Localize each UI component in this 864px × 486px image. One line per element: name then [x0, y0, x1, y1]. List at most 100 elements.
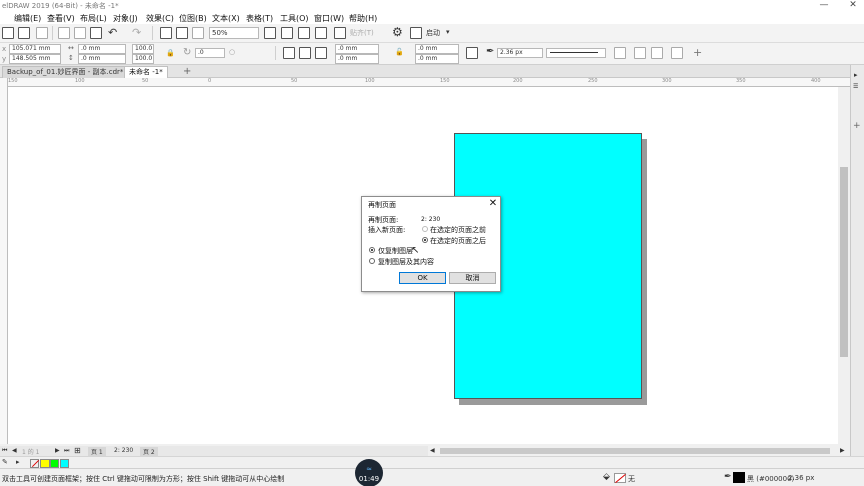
- vertical-scrollbar[interactable]: [838, 87, 850, 444]
- to-back-icon[interactable]: [651, 47, 663, 59]
- export-icon[interactable]: [176, 27, 188, 39]
- eyedropper-icon[interactable]: ✎: [2, 458, 8, 466]
- copy-layer-only-label[interactable]: 仅复制图层: [378, 246, 413, 256]
- scroll-left-icon[interactable]: ◀: [430, 447, 435, 454]
- cut-icon[interactable]: [58, 27, 70, 39]
- horizontal-scroll-thumb[interactable]: [440, 448, 830, 454]
- color-swatch-yellow[interactable]: [40, 459, 50, 468]
- vertical-scroll-thumb[interactable]: [840, 167, 848, 357]
- corner-radius-top-right[interactable]: .0 mm: [415, 44, 459, 54]
- separator: [275, 46, 276, 60]
- line-style-select[interactable]: [546, 48, 606, 58]
- minimize-button[interactable]: —: [813, 0, 835, 12]
- docker-add-icon[interactable]: +: [853, 121, 861, 131]
- paste-icon[interactable]: [90, 27, 102, 39]
- insert-after-label[interactable]: 在选定的页面之后: [430, 236, 486, 246]
- height-field[interactable]: .0 mm: [78, 54, 126, 64]
- ok-button[interactable]: OK: [399, 272, 446, 284]
- width-field[interactable]: .0 mm: [78, 44, 126, 54]
- add-icon[interactable]: +: [693, 46, 702, 59]
- standard-toolbar: ↶ ↷ 50% 贴齐(T) ⚙ 启动 ▾: [0, 24, 864, 43]
- corner-radius-bottom-right[interactable]: .0 mm: [415, 54, 459, 64]
- menu-table[interactable]: 表格(T): [246, 13, 273, 24]
- scallop-corner-icon[interactable]: [299, 47, 311, 59]
- menu-help[interactable]: 帮助(H): [349, 13, 377, 24]
- menu-text[interactable]: 文本(X): [212, 13, 240, 24]
- first-page-icon[interactable]: ⏮: [2, 447, 7, 455]
- chevron-down-icon[interactable]: ▾: [446, 28, 450, 36]
- horizontal-scrollbar[interactable]: ◀ ▶: [428, 446, 850, 456]
- menu-layout[interactable]: 布局(L): [80, 13, 107, 24]
- show-guidelines-icon[interactable]: [315, 27, 327, 39]
- text-wrap-icon[interactable]: [614, 47, 626, 59]
- redo-icon[interactable]: ↷: [132, 26, 141, 39]
- rotation-angle-field[interactable]: .0: [195, 48, 225, 58]
- publish-pdf-icon[interactable]: [192, 27, 204, 39]
- convert-to-curves-icon[interactable]: [671, 47, 683, 59]
- color-swatch-green[interactable]: [50, 459, 59, 468]
- undo-icon[interactable]: ↶: [108, 26, 117, 39]
- color-palette: ✎ ▸: [0, 456, 864, 468]
- new-tab-icon[interactable]: +: [183, 66, 191, 77]
- lock-corners-icon[interactable]: 🔓: [395, 48, 404, 56]
- launch-icon[interactable]: [410, 27, 422, 39]
- copy-layer-only-radio[interactable]: [369, 247, 375, 253]
- options-gear-icon[interactable]: ⚙: [392, 25, 403, 39]
- copy-layer-content-radio[interactable]: [369, 258, 375, 264]
- show-grid-icon[interactable]: [298, 27, 310, 39]
- add-page-icon[interactable]: ⊞: [74, 446, 81, 455]
- last-page-icon[interactable]: ⏭: [64, 447, 69, 455]
- no-color-swatch[interactable]: [30, 459, 40, 468]
- tab-untitled-document[interactable]: 未命名 -1*: [124, 66, 168, 78]
- open-icon[interactable]: [2, 27, 14, 39]
- copy-layer-content-label[interactable]: 复制图层及其内容: [378, 257, 434, 267]
- menu-object[interactable]: 对象(J): [113, 13, 138, 24]
- full-screen-icon[interactable]: [264, 27, 276, 39]
- round-corner-icon[interactable]: [283, 47, 295, 59]
- launch-label[interactable]: 启动: [426, 28, 440, 38]
- snap-to-label[interactable]: 贴齐(T): [350, 28, 374, 38]
- color-swatch-cyan[interactable]: [60, 459, 69, 468]
- save-icon[interactable]: [18, 27, 30, 39]
- zoom-level-select[interactable]: 50%: [209, 27, 259, 39]
- copy-icon[interactable]: [74, 27, 86, 39]
- close-window-button[interactable]: ✕: [842, 0, 864, 12]
- page-navigator: ⏮ ◀ 1 的 1 ▶ ⏭ ⊞ 页 1 2: 230 页 2: [0, 446, 428, 456]
- outline-width-select[interactable]: 2.36 px: [497, 48, 543, 58]
- import-icon[interactable]: [160, 27, 172, 39]
- cancel-button[interactable]: 取消: [449, 272, 496, 284]
- next-page-icon[interactable]: ▶: [55, 447, 60, 454]
- insert-before-radio[interactable]: [422, 226, 428, 232]
- corner-radius-bottom-left[interactable]: .0 mm: [335, 54, 379, 64]
- menu-window[interactable]: 窗口(W): [314, 13, 344, 24]
- insert-after-radio[interactable]: [422, 237, 428, 243]
- scale-height-field[interactable]: 100.0: [132, 54, 154, 64]
- vertical-ruler: [0, 78, 8, 444]
- page-tab-2[interactable]: 页 2: [140, 447, 158, 456]
- docker-pin-icon[interactable]: ▸: [854, 71, 858, 79]
- x-position-field[interactable]: 105.071 mm: [9, 44, 61, 54]
- lock-ratio-icon[interactable]: 🔒: [166, 49, 175, 57]
- y-position-field[interactable]: 148.505 mm: [9, 54, 61, 64]
- corner-radius-top-left[interactable]: .0 mm: [335, 44, 379, 54]
- menu-edit[interactable]: 编辑(E): [14, 13, 41, 24]
- docker-properties-icon[interactable]: ☰: [853, 83, 858, 90]
- print-icon[interactable]: [36, 27, 48, 39]
- insert-before-label[interactable]: 在选定的页面之前: [430, 225, 486, 235]
- show-rulers-icon[interactable]: [281, 27, 293, 39]
- scroll-right-icon[interactable]: ▶: [840, 447, 845, 454]
- to-front-icon[interactable]: [634, 47, 646, 59]
- menu-tools[interactable]: 工具(O): [280, 13, 309, 24]
- menu-effects[interactable]: 效果(C): [146, 13, 174, 24]
- page-tab-1[interactable]: 页 1: [88, 447, 106, 456]
- relative-corner-scaling-icon[interactable]: [466, 47, 478, 59]
- scale-width-field[interactable]: 100.0: [132, 44, 154, 54]
- snap-icon[interactable]: [334, 27, 346, 39]
- tab-backup-document[interactable]: Backup_of_01.妙匠界面 - 副本.cdr*: [2, 66, 129, 78]
- menu-bitmaps[interactable]: 位图(B): [179, 13, 207, 24]
- prev-page-icon[interactable]: ◀: [12, 447, 17, 454]
- chamfer-corner-icon[interactable]: [315, 47, 327, 59]
- menu-view[interactable]: 查看(V): [47, 13, 75, 24]
- close-icon[interactable]: ✕: [487, 198, 499, 210]
- palette-menu-icon[interactable]: ▸: [16, 458, 20, 466]
